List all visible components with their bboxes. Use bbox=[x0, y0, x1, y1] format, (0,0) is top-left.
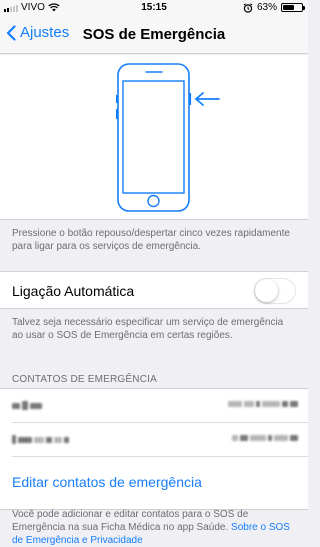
iphone-side-button-illustration bbox=[116, 63, 220, 212]
illustration-caption: Pressione o botão repouso/despertar cinc… bbox=[12, 228, 290, 252]
status-bar: VIVO 15:15 63% bbox=[0, 0, 308, 16]
contact-name-redacted bbox=[12, 435, 69, 444]
contact-phone-redacted bbox=[232, 435, 298, 441]
contact-row[interactable] bbox=[0, 423, 308, 456]
alarm-icon bbox=[243, 2, 253, 13]
contacts-section-header: CONTATOS DE EMERGÊNCIA bbox=[12, 374, 157, 385]
sos-illustration bbox=[0, 55, 308, 220]
page-title: SOS de Emergência bbox=[82, 26, 226, 43]
battery-icon bbox=[281, 3, 305, 12]
contact-name-redacted bbox=[12, 401, 42, 410]
navigation-bar: Ajustes SOS de Emergência bbox=[0, 16, 308, 54]
auto-call-footer: Talvez seja necessário especificar um se… bbox=[12, 317, 284, 341]
edit-contacts-link[interactable]: Editar contatos de emergência bbox=[12, 474, 202, 490]
contacts-footer-text: Você pode adicionar e editar contatos pa… bbox=[12, 509, 249, 533]
contact-row[interactable] bbox=[0, 389, 308, 422]
toggle-knob bbox=[255, 279, 278, 302]
contact-phone-redacted bbox=[228, 401, 298, 407]
contacts-footer: Você pode adicionar e editar contatos pa… bbox=[12, 508, 296, 547]
status-right: 63% bbox=[243, 2, 305, 13]
battery-percent: 63% bbox=[256, 2, 277, 13]
auto-call-row: Ligação Automática bbox=[0, 271, 308, 309]
contacts-list bbox=[0, 388, 308, 510]
auto-call-toggle[interactable] bbox=[254, 278, 296, 304]
auto-call-label: Ligação Automática bbox=[12, 283, 135, 299]
